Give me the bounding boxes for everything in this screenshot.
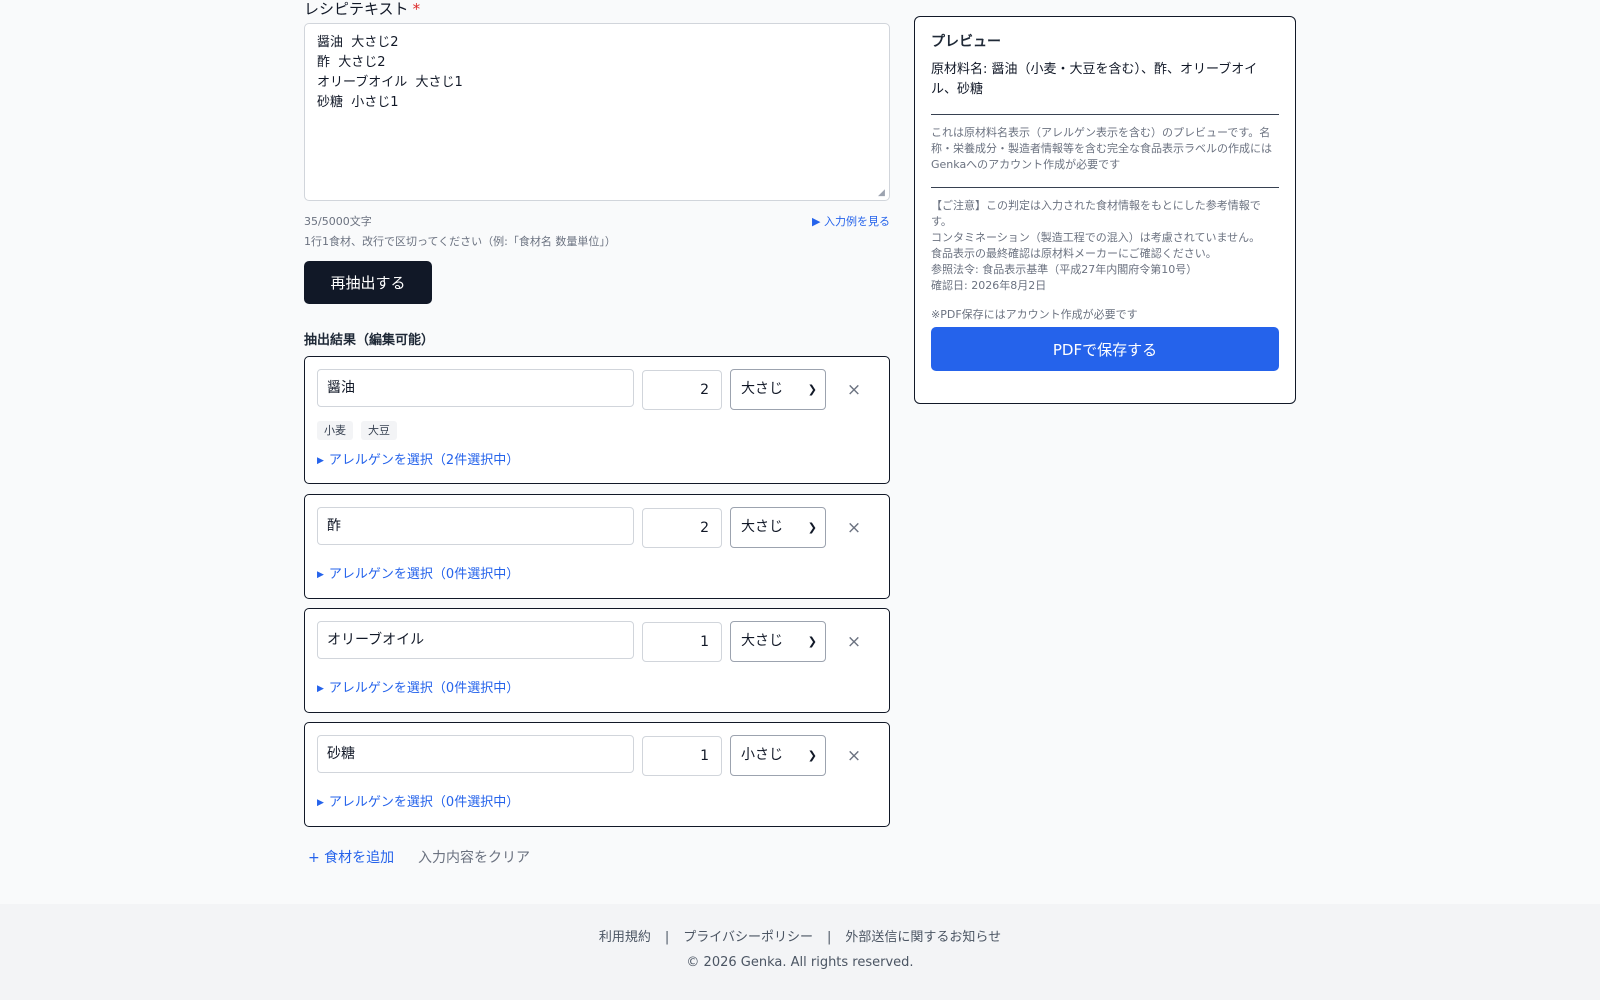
add-ingredient-link[interactable]: + 食材を追加	[308, 847, 394, 867]
unit-select[interactable]: 大さじ ❯	[730, 621, 826, 662]
recipe-text-label: レシピテキスト *	[304, 0, 421, 18]
triangle-right-icon: ▶	[317, 456, 324, 466]
allergen-select-toggle[interactable]: ▶ アレルゲンを選択（0件選択中）	[317, 677, 519, 696]
unit-select-value: 大さじ	[741, 381, 783, 397]
unit-select-value: 小さじ	[741, 747, 783, 763]
re-extract-button[interactable]: 再抽出する	[304, 261, 432, 304]
allergen-tag: 大豆	[361, 421, 397, 440]
triangle-right-icon: ▶	[317, 684, 324, 694]
footer: 利用規約 | プライバシーポリシー | 外部送信に関するお知らせ © 2026 Genk…	[0, 904, 1600, 1000]
allergen-toggle-label: アレルゲンを選択（2件選択中）	[328, 453, 520, 468]
allergen-select-toggle[interactable]: ▶ アレルゲンを選択（2件選択中）	[317, 449, 519, 468]
input-hint: 1行1食材、改行で区切ってください（例:「食材名 数量単位」）	[304, 235, 616, 248]
ingredient-name-input[interactable]: オリーブオイル	[317, 621, 634, 659]
chevron-down-icon: ❯	[807, 749, 817, 762]
ingredients-label-text: 原材料名: 醤油（小麦・大豆を含む）、酢、オリーブオイル、砂糖	[931, 62, 1258, 97]
remove-ingredient-button[interactable]: ×	[843, 515, 865, 541]
footer-separator: |	[664, 930, 670, 945]
results-title: 抽出結果（編集可能）	[304, 333, 435, 348]
divider	[931, 187, 1279, 188]
allergen-select-toggle[interactable]: ▶ アレルゲンを選択（0件選択中）	[317, 791, 519, 810]
quantity-input[interactable]: 1	[642, 622, 722, 662]
remove-ingredient-button[interactable]: ×	[843, 629, 865, 655]
pdf-note: ※PDF保存にはアカウント作成が必要です	[931, 308, 1138, 321]
resize-handle-icon[interactable]: ◢	[878, 189, 887, 198]
chevron-down-icon: ❯	[807, 635, 817, 648]
footer-separator: |	[827, 930, 832, 945]
ingredient-name-input[interactable]: 砂糖	[317, 735, 634, 773]
disclaimer-line: 参照法令: 食品表示基準（平成27年内閣府令第10号）	[931, 263, 1198, 276]
allergen-select-toggle[interactable]: ▶ アレルゲンを選択（0件選択中）	[317, 563, 519, 582]
triangle-right-icon: ▶	[317, 570, 324, 580]
preview-panel: プレビュー 原材料名: 醤油（小麦・大豆を含む）、酢、オリーブオイル、砂糖 これ…	[914, 16, 1296, 404]
ingredient-name-input[interactable]: 酢	[317, 507, 634, 545]
disclaimer-line: 【ご注意】この判定は入力された食材情報をもとにした参考情報です。	[931, 199, 1261, 228]
quantity-input[interactable]: 2	[642, 370, 722, 410]
remove-ingredient-button[interactable]: ×	[843, 743, 865, 769]
chevron-down-icon: ❯	[807, 383, 817, 396]
unit-select-value: 大さじ	[741, 633, 783, 649]
external-transmission-link[interactable]: 外部送信に関するお知らせ	[845, 930, 1001, 945]
save-pdf-button[interactable]: PDFで保存する	[931, 327, 1279, 371]
footer-links: 利用規約 | プライバシーポリシー | 外部送信に関するお知らせ	[0, 926, 1600, 945]
chevron-down-icon: ❯	[807, 521, 817, 534]
remove-ingredient-button[interactable]: ×	[843, 377, 865, 403]
allergen-toggle-label: アレルゲンを選択（0件選択中）	[328, 567, 520, 582]
allergen-tags: 小麦 大豆	[317, 421, 397, 440]
ingredient-card: 砂糖 1 小さじ ❯ × ▶ アレルゲンを選択（0件選択中）	[304, 722, 890, 827]
unit-select[interactable]: 大さじ ❯	[730, 507, 826, 548]
required-mark: *	[412, 0, 421, 18]
unit-select[interactable]: 大さじ ❯	[730, 369, 826, 410]
preview-title: プレビュー	[931, 34, 1001, 50]
char-count: 35/5000文字	[304, 215, 372, 228]
ingredient-card: 酢 2 大さじ ❯ × ▶ アレルゲンを選択（0件選択中）	[304, 494, 890, 599]
quantity-input[interactable]: 2	[642, 508, 722, 548]
ingredient-card: オリーブオイル 1 大さじ ❯ × ▶ アレルゲンを選択（0件選択中）	[304, 608, 890, 713]
show-example-link[interactable]: ▶ 入力例を見る	[812, 213, 890, 229]
ingredient-name-input[interactable]: 醤油	[317, 369, 634, 407]
allergen-toggle-label: アレルゲンを選択（0件選択中）	[328, 681, 520, 696]
disclaimer-line: 食品表示の最終確認は原材料メーカーにご確認ください。	[931, 247, 1217, 260]
allergen-toggle-label: アレルゲンを選択（0件選択中）	[328, 795, 520, 810]
privacy-policy-link[interactable]: プライバシーポリシー	[683, 930, 813, 945]
recipe-textarea[interactable]: 醤油 大さじ2 酢 大さじ2 オリーブオイル 大さじ1 砂糖 小さじ1	[304, 23, 890, 201]
disclaimer-line: 確認日: 2026年8月2日	[931, 279, 1047, 292]
copyright: © 2026 Genka. All rights reserved.	[686, 955, 914, 970]
ingredient-card: 醤油 2 大さじ ❯ × 小麦 大豆 ▶ アレルゲンを選択（2件選択中）	[304, 356, 890, 484]
quantity-input[interactable]: 1	[642, 736, 722, 776]
clear-input-link[interactable]: 入力内容をクリア	[418, 847, 530, 867]
divider	[931, 114, 1279, 115]
terms-link[interactable]: 利用規約	[599, 930, 651, 945]
allergen-tag: 小麦	[317, 421, 353, 440]
triangle-right-icon: ▶	[317, 798, 324, 808]
disclaimer-line: コンタミネーション（製造工程での混入）は考慮されていません。	[931, 231, 1261, 244]
preview-note: これは原材料名表示（アレルゲン表示を含む）のプレビューです。名称・栄養成分・製造…	[931, 126, 1272, 171]
unit-select-value: 大さじ	[741, 519, 783, 535]
unit-select[interactable]: 小さじ ❯	[730, 735, 826, 776]
